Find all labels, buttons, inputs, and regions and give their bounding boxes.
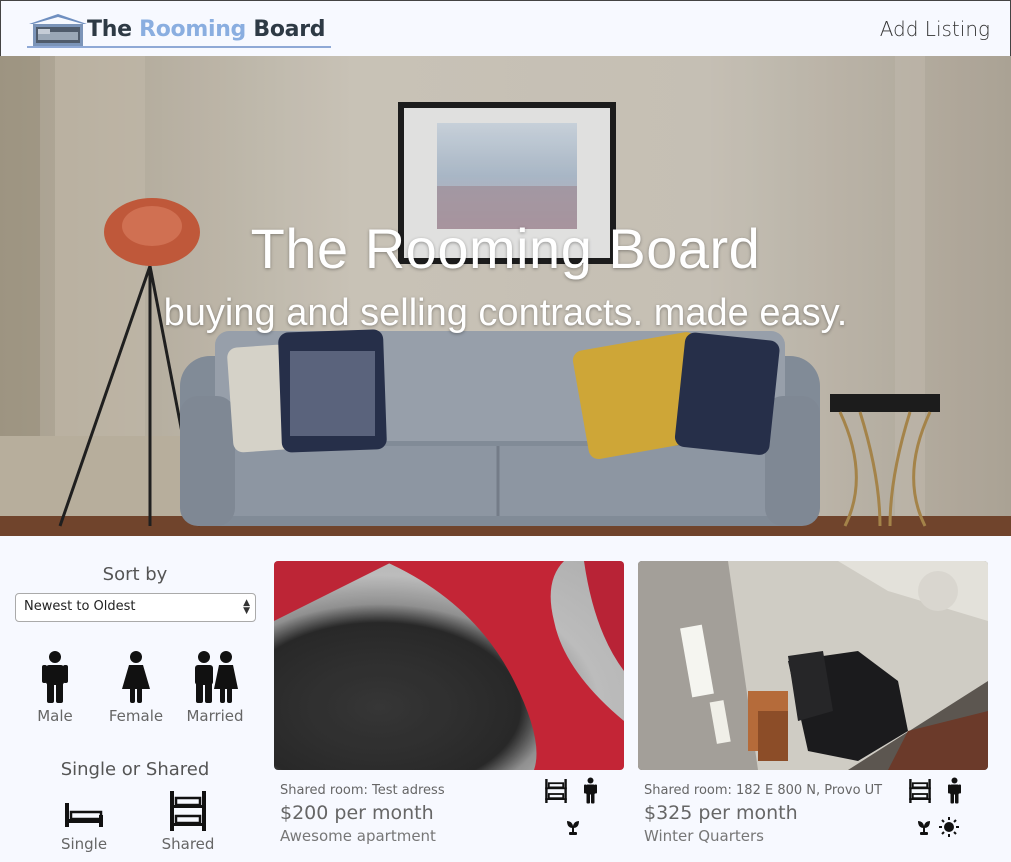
brand-logo-link[interactable]: The Rooming Board [27,10,332,48]
hero-subtitle: buying and selling contracts. made easy. [163,292,848,334]
filter-male[interactable]: Male [15,651,95,725]
plant-icon [918,821,930,835]
listing-photo [638,561,988,770]
bunk-bed-icon [909,779,931,803]
filter-married[interactable]: Married [175,651,255,725]
filter-sidebar: Sort by Newest to Oldest ▲▼ Male Female [0,536,270,862]
hero-banner: The Rooming Board buying and selling con… [0,56,1011,536]
male-icon [948,777,961,804]
filter-single-label: Single [60,835,108,853]
plant-icon [567,821,579,835]
sort-heading: Sort by [102,564,168,585]
listing-card[interactable]: Shared room: 182 E 800 N, Provo UT $325 … [638,561,988,862]
listing-photo [274,561,624,770]
filter-single[interactable]: Single [44,791,124,853]
filter-married-label: Married [186,707,244,725]
bunk-bed-icon [545,779,567,803]
female-icon [122,651,150,703]
listing-price: $325 per month [644,802,798,824]
male-icon [42,651,68,703]
filter-female[interactable]: Female [96,651,176,725]
sort-select[interactable]: Newest to Oldest ▲ ▼ [15,593,256,622]
brand-name: The Rooming Board [87,17,326,42]
add-listing-link[interactable]: Add Listing [880,17,990,41]
listing-price: $200 per month [280,802,434,824]
filter-female-label: Female [108,707,164,725]
filter-shared-label: Shared [161,835,215,853]
house-bed-logo-icon [29,14,87,46]
filter-male-label: Male [37,707,73,725]
hero-title: The Rooming Board [250,217,761,280]
couple-icon [195,651,238,703]
single-bed-icon [65,803,103,827]
listing-address: Shared room: 182 E 800 N, Provo UT [644,783,883,798]
sort-select-value: Newest to Oldest [24,599,136,614]
listing-description: Awesome apartment [280,827,436,845]
listing-card[interactable]: Shared room: Test adress $200 per month … [274,561,624,862]
select-arrows-icon: ▲ ▼ [243,598,250,616]
room-type-heading: Single or Shared [60,759,210,780]
bunk-bed-icon [170,791,206,831]
listing-description: Winter Quarters [644,827,764,845]
navbar: The Rooming Board Add Listing [0,0,1011,56]
listing-address: Shared room: Test adress [280,783,445,798]
filter-shared[interactable]: Shared [148,791,228,853]
sun-icon [939,817,959,837]
male-icon [584,777,597,804]
